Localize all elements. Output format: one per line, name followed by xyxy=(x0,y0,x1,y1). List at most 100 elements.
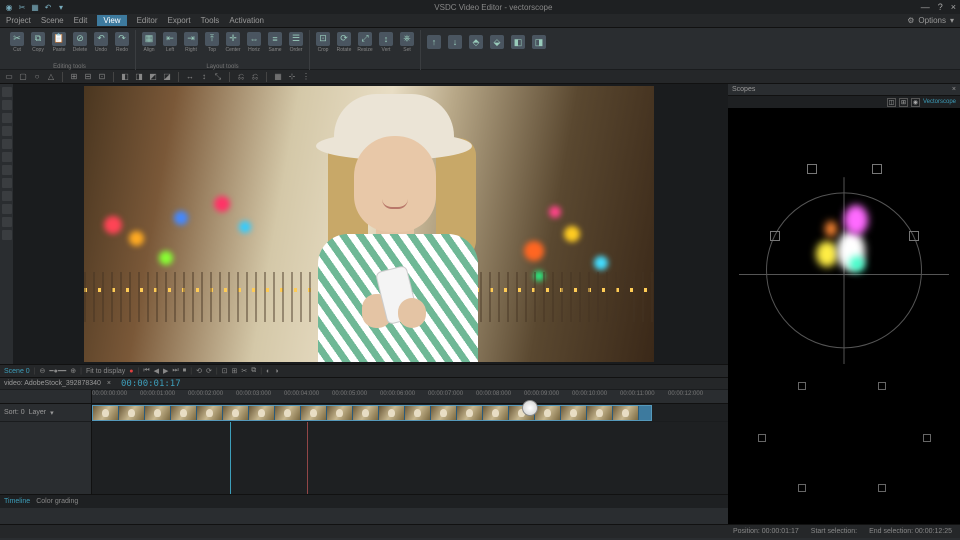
tool-icon[interactable]: ◐ xyxy=(266,368,270,375)
ribbon-button[interactable]: ⊡Crop xyxy=(314,30,332,54)
menu-scene[interactable]: Scene xyxy=(41,16,64,25)
ribbon-button[interactable]: ▦Align xyxy=(140,30,158,54)
track-sort[interactable]: Sort: 0 xyxy=(4,409,25,416)
tool-button[interactable] xyxy=(2,126,12,136)
tool-button[interactable] xyxy=(2,100,12,110)
ribbon-button[interactable]: ⎈Set xyxy=(398,30,416,54)
ribbon-button[interactable]: ⇤Left xyxy=(161,30,179,54)
minimize-button[interactable]: — xyxy=(921,2,930,12)
options-label[interactable]: Options xyxy=(918,16,946,25)
menu-editor[interactable]: Editor xyxy=(137,16,158,25)
chevron-down-icon[interactable]: ▾ xyxy=(950,16,954,25)
scope-mode-label[interactable]: Vectorscope xyxy=(923,98,956,107)
ribbon-button[interactable]: ⇔Horiz xyxy=(245,30,263,54)
timeline-empty-area[interactable] xyxy=(92,422,728,494)
tool-icon[interactable]: ⊡ xyxy=(222,367,228,375)
ribbon-button[interactable]: ⤒Top xyxy=(203,30,221,54)
preview-panel[interactable] xyxy=(14,84,724,364)
tool-icon[interactable]: ↔ xyxy=(185,72,195,82)
ribbon-button[interactable]: 📋Paste xyxy=(50,30,68,54)
menu-tools[interactable]: Tools xyxy=(201,16,220,25)
ribbon-button[interactable]: ⇥Right xyxy=(182,30,200,54)
ribbon-button[interactable]: ↓ xyxy=(446,30,464,54)
tool-button[interactable] xyxy=(2,217,12,227)
tool-icon[interactable]: ↕ xyxy=(199,72,209,82)
scope-mode-button[interactable]: ⊞ xyxy=(899,98,908,107)
tool-button[interactable] xyxy=(2,139,12,149)
timeline-track[interactable]: Sort: 0 Layer ▾ xyxy=(0,404,728,422)
tool-button[interactable] xyxy=(2,204,12,214)
play-button[interactable]: ▶ xyxy=(163,367,168,375)
tab-close-icon[interactable]: × xyxy=(107,380,111,387)
menu-export[interactable]: Export xyxy=(168,16,191,25)
ql-icon[interactable]: ↶ xyxy=(43,2,53,12)
tool-button[interactable] xyxy=(2,165,12,175)
tool-icon[interactable]: ⊹ xyxy=(287,72,297,82)
tool-button[interactable] xyxy=(2,230,12,240)
play-back-button[interactable]: ◀ xyxy=(154,367,159,375)
tool-icon[interactable]: ⋮ xyxy=(301,72,311,82)
tool-icon[interactable]: ⎌ xyxy=(236,72,246,82)
next-frame-button[interactable]: ⏭ xyxy=(172,367,178,375)
playhead[interactable] xyxy=(230,422,231,494)
tool-icon[interactable]: ▭ xyxy=(4,72,14,82)
ribbon-button[interactable]: ☰Order xyxy=(287,30,305,54)
loop-button[interactable]: ⟳ xyxy=(206,367,212,375)
ql-icon[interactable]: ✂ xyxy=(17,2,27,12)
track-layer[interactable]: Layer xyxy=(29,409,47,416)
tool-button[interactable] xyxy=(2,113,12,123)
zoom-out-icon[interactable]: ⊖ xyxy=(40,367,46,375)
tool-icon[interactable]: ◧ xyxy=(120,72,130,82)
gear-icon[interactable]: ⚙ xyxy=(907,16,914,25)
tool-icon[interactable]: ⎌ xyxy=(250,72,260,82)
ribbon-button[interactable]: ⟳Rotate xyxy=(335,30,353,54)
tool-icon[interactable]: ◑ xyxy=(274,368,278,375)
ribbon-button[interactable]: ↷Redo xyxy=(113,30,131,54)
ribbon-button[interactable]: ⬙ xyxy=(488,30,506,54)
menu-project[interactable]: Project xyxy=(6,16,31,25)
close-icon[interactable]: × xyxy=(952,86,956,93)
tool-icon[interactable]: ⧉ xyxy=(251,367,256,375)
loop-button[interactable]: ⟲ xyxy=(196,367,202,375)
ql-icon[interactable]: ▾ xyxy=(56,2,66,12)
tool-icon[interactable]: ◩ xyxy=(148,72,158,82)
ribbon-button[interactable]: ⧉Copy xyxy=(29,30,47,54)
tool-icon[interactable]: ✂ xyxy=(241,367,247,375)
help-button[interactable]: ? xyxy=(938,2,943,12)
marker[interactable] xyxy=(307,422,308,494)
tool-button[interactable] xyxy=(2,152,12,162)
tool-icon[interactable]: ◪ xyxy=(162,72,172,82)
stop-button[interactable]: ⏹ xyxy=(183,367,187,375)
scope-mode-button[interactable]: ◫ xyxy=(887,98,896,107)
tool-icon[interactable]: ⊟ xyxy=(83,72,93,82)
menu-view[interactable]: View xyxy=(97,15,126,26)
tool-button[interactable] xyxy=(2,178,12,188)
fit-label[interactable]: Fit to display xyxy=(86,368,125,375)
prev-frame-button[interactable]: ⏮ xyxy=(143,367,149,375)
tool-icon[interactable]: ⊞ xyxy=(232,367,238,375)
tool-icon[interactable]: △ xyxy=(46,72,56,82)
video-clip[interactable] xyxy=(92,405,652,421)
tab-timeline[interactable]: Timeline xyxy=(4,498,30,505)
tool-icon[interactable]: ○ xyxy=(32,72,42,82)
zoom-in-icon[interactable]: ⊕ xyxy=(70,367,76,375)
tab-color-grading[interactable]: Color grading xyxy=(36,498,78,505)
timeline-ruler[interactable]: 00:00:00:00000:00:01:00000:00:02:00000:0… xyxy=(0,390,728,404)
scope-mode-button[interactable]: ◉ xyxy=(911,98,920,107)
tool-button[interactable] xyxy=(2,87,12,97)
ribbon-button[interactable]: ↶Undo xyxy=(92,30,110,54)
ribbon-button[interactable]: ◧ xyxy=(509,30,527,54)
ribbon-button[interactable]: ⤢Resize xyxy=(356,30,374,54)
tool-icon[interactable]: ◨ xyxy=(134,72,144,82)
ribbon-button[interactable]: ↕Vert xyxy=(377,30,395,54)
chevron-down-icon[interactable]: ▾ xyxy=(50,409,54,417)
ql-icon[interactable]: ▦ xyxy=(30,2,40,12)
ribbon-button[interactable]: ≡Same xyxy=(266,30,284,54)
tool-button[interactable] xyxy=(2,191,12,201)
ribbon-button[interactable]: ✂Cut xyxy=(8,30,26,54)
tool-icon[interactable]: ⤡ xyxy=(213,72,223,82)
ribbon-button[interactable]: ⊘Delete xyxy=(71,30,89,54)
menu-activation[interactable]: Activation xyxy=(229,16,264,25)
tool-icon[interactable]: ⊞ xyxy=(69,72,79,82)
close-button[interactable]: × xyxy=(951,2,956,12)
